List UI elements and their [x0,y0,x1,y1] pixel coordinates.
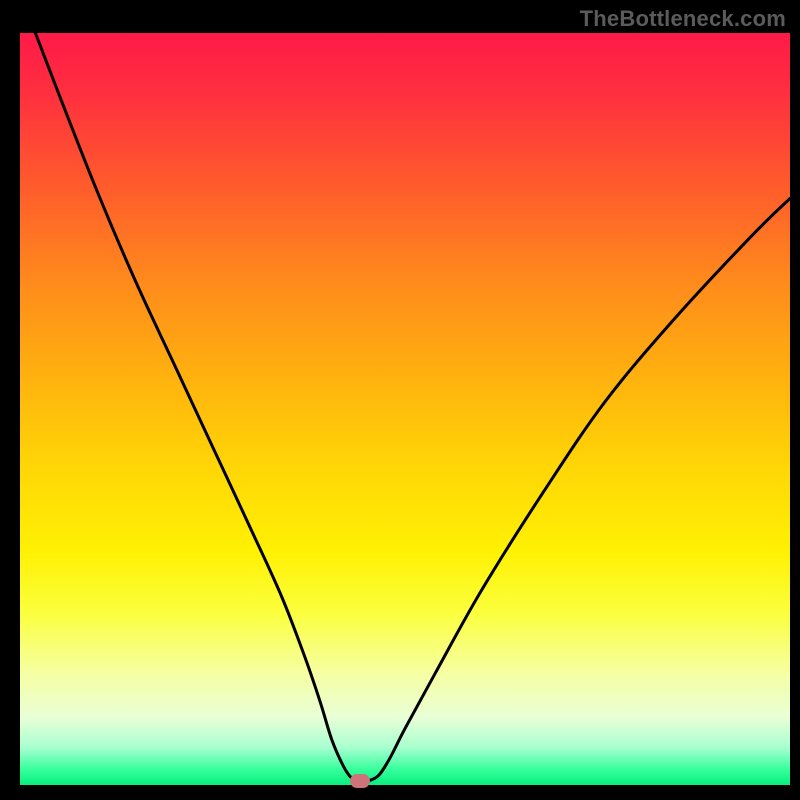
watermark-text: TheBottleneck.com [580,6,786,32]
optimal-marker [350,774,370,788]
bottleneck-curve [35,33,790,782]
plot-area [20,33,790,785]
curve-svg [20,33,790,785]
chart-frame: TheBottleneck.com [0,0,800,800]
